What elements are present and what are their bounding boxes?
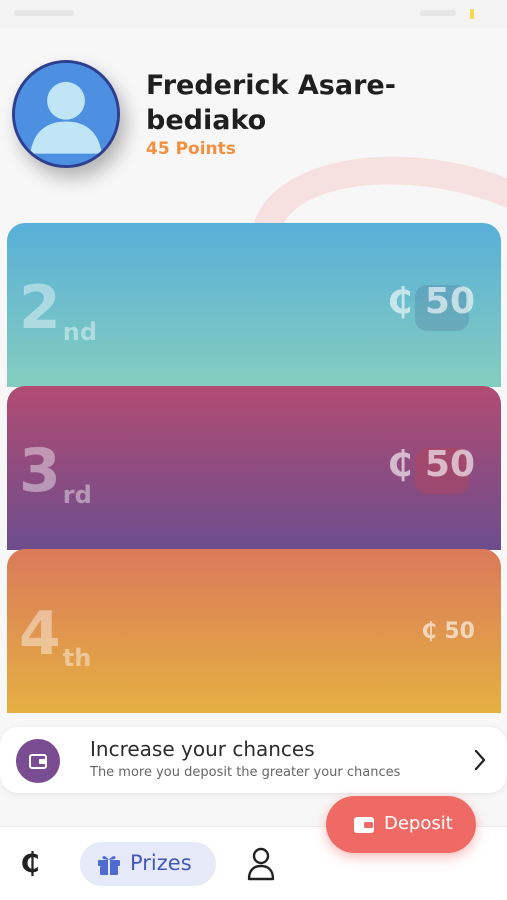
chance-title: Increase your chances [90, 737, 315, 761]
battery-icon [470, 9, 474, 19]
profile-icon[interactable] [246, 847, 276, 881]
gift-icon [98, 856, 120, 875]
deposit-label: Deposit [384, 813, 453, 834]
prize-amount: ₵ 50 [387, 444, 475, 485]
prize-amount: ₵ 50 [421, 619, 475, 644]
nav-prizes-tab[interactable]: Prizes [80, 842, 216, 886]
prize-card-4th[interactable]: 4th ₵ 50 [7, 549, 501, 713]
rank-suffix: rd [62, 481, 92, 509]
wallet-icon [16, 739, 60, 783]
status-bar [0, 0, 507, 28]
prize-rank: 3rd [19, 436, 92, 516]
rank-number: 4 [19, 599, 61, 669]
chevron-right-icon [474, 749, 486, 771]
wallet-icon [354, 817, 374, 833]
rank-number: 3 [19, 436, 61, 506]
nav-wallet-tab[interactable]: ₵ [14, 845, 46, 881]
user-name: Frederick Asare-bediako [146, 70, 396, 136]
user-points: 45 Points [146, 139, 236, 159]
rank-suffix: nd [62, 318, 98, 346]
prize-list: 2nd ₵ 50 3rd ₵ 50 4th ₵ 50 [7, 223, 501, 713]
nav-prizes-label: Prizes [130, 851, 192, 875]
prize-card-3rd[interactable]: 3rd ₵ 50 [7, 386, 501, 550]
prize-card-2nd[interactable]: 2nd ₵ 50 [7, 223, 501, 387]
deposit-button[interactable]: Deposit [326, 796, 476, 853]
prize-rank: 4th [19, 599, 91, 679]
prize-amount: ₵ 50 [387, 281, 475, 322]
avatar[interactable] [12, 60, 120, 168]
status-right-indicator [420, 10, 456, 16]
rank-suffix: th [62, 644, 92, 672]
increase-chances-banner[interactable]: Increase your chances The more you depos… [0, 727, 507, 793]
rank-number: 2 [19, 273, 61, 343]
status-left-indicator [14, 10, 74, 16]
prize-rank: 2nd [19, 273, 97, 353]
chance-subtitle: The more you deposit the greater your ch… [90, 765, 401, 780]
profile-header: Frederick Asare-bediako 45 Points [0, 56, 507, 206]
avatar-icon [15, 63, 117, 165]
